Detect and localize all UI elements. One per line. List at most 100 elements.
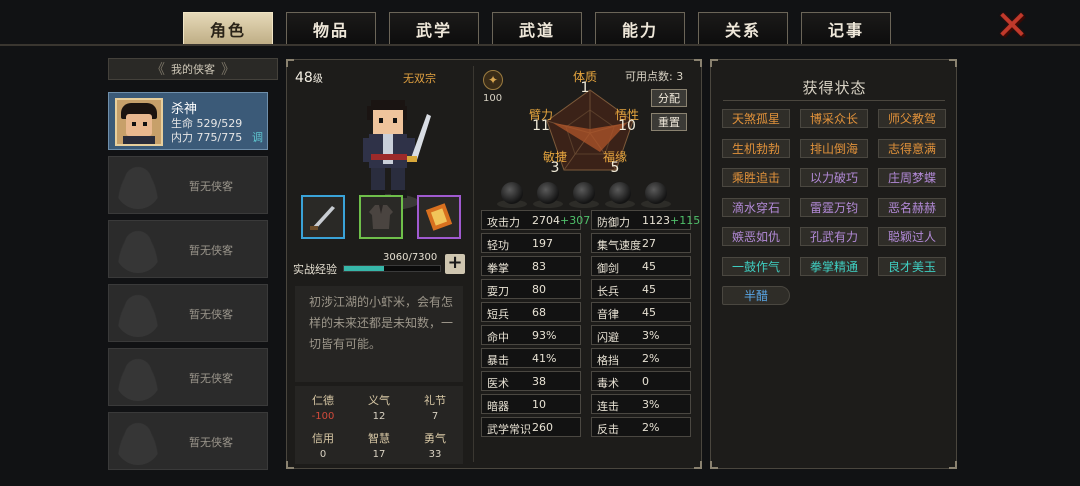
status-badge[interactable]: 天煞孤星 xyxy=(722,109,790,128)
status-badge[interactable]: 一鼓作气 xyxy=(722,256,790,276)
empty-hero-slot[interactable]: 暂无侠客 xyxy=(108,348,268,406)
virtue-item: 勇气 33 xyxy=(407,430,463,460)
stat-name: 短兵 xyxy=(487,308,509,321)
stat-name: 耍刀 xyxy=(487,285,509,298)
allocate-button[interactable]: 分配 xyxy=(651,89,687,107)
stat-row: 连击 3% xyxy=(591,394,691,414)
chevron-right-icon[interactable]: 》 xyxy=(221,59,235,79)
stat-row: 反击 2% xyxy=(591,417,691,437)
status-badge[interactable]: 良才美玉 xyxy=(878,256,946,276)
empty-slot-label: 暂无侠客 xyxy=(189,180,233,193)
stat-name: 暴击 xyxy=(487,354,509,367)
tab-1[interactable]: 物品 xyxy=(286,12,376,44)
silhouette-icon xyxy=(115,291,161,337)
virtue-name: 信用 xyxy=(312,432,334,445)
empty-hero-slot[interactable]: 暂无侠客 xyxy=(108,220,268,278)
tab-5[interactable]: 关系 xyxy=(698,12,788,44)
adjust-button[interactable]: 调 xyxy=(252,129,263,145)
equip-weapon-slot[interactable] xyxy=(301,195,345,239)
radar-value-strength: 11 xyxy=(532,118,550,134)
status-panel: 获得状态 天煞孤星 博采众长 师父教驾 生机勃勃 排山倒海 志得意满 乘胜追击 以力破巧 庄周梦… xyxy=(710,59,957,469)
status-badge[interactable]: 生机勃勃 xyxy=(722,138,790,158)
stat-value: 45 xyxy=(642,306,656,319)
empty-slot-label: 暂无侠客 xyxy=(189,372,233,385)
status-badge[interactable]: 雷霆万钧 xyxy=(800,197,868,217)
stat-value: 197 xyxy=(532,237,553,250)
status-badge[interactable]: 志得意满 xyxy=(878,138,946,158)
character-bio: 初涉江湖的小虾米，会有怎样的未来还都是未知数，一切皆有可能。 xyxy=(295,286,463,382)
status-badge[interactable]: 拳掌精通 xyxy=(800,256,868,276)
stat-value: 2% xyxy=(642,352,660,365)
stat-value: 10 xyxy=(532,398,546,411)
spirit-icon: ✦ xyxy=(483,70,503,90)
stat-name: 医术 xyxy=(487,377,509,390)
stat-name: 闪避 xyxy=(597,331,619,344)
orb-slot-icon[interactable] xyxy=(537,182,559,204)
stat-value: 0 xyxy=(642,375,649,388)
orb-slot-icon[interactable] xyxy=(609,182,631,204)
reset-button[interactable]: 重置 xyxy=(651,113,687,131)
virtues-box: 仁德 -100 义气 12 礼节 7 信用 0 智慧 17 勇气 33 xyxy=(295,386,463,464)
radar-value-constitution: 1 xyxy=(580,80,590,96)
stat-name: 武学常识 xyxy=(487,423,531,436)
tab-3[interactable]: 武道 xyxy=(492,12,582,44)
chevron-left-icon[interactable]: 《 xyxy=(151,59,165,79)
roster-header: 《 我的侠客 》 xyxy=(108,58,278,80)
tab-underline xyxy=(0,44,1080,46)
equip-armor-slot[interactable] xyxy=(359,195,403,239)
tab-4[interactable]: 能力 xyxy=(595,12,685,44)
status-badge[interactable]: 排山倒海 xyxy=(800,138,868,158)
stat-row: 闪避 3% xyxy=(591,325,691,345)
status-badge[interactable]: 恶名赫赫 xyxy=(878,197,946,217)
virtue-value: 17 xyxy=(372,449,386,460)
stat-row: 长兵 45 xyxy=(591,279,691,299)
status-badge[interactable]: 以力破巧 xyxy=(800,168,868,187)
stat-name: 拳掌 xyxy=(487,262,509,275)
close-x-icon[interactable]: ✕ xyxy=(992,6,1032,46)
status-badge[interactable]: 滴水穿石 xyxy=(722,197,790,217)
xp-bar xyxy=(343,265,441,272)
tab-2[interactable]: 武学 xyxy=(389,12,479,44)
hero-slot-selected[interactable]: 杀神 生命 529/529 内力 775/775 调 xyxy=(108,92,268,150)
status-badge[interactable]: 庄周梦蝶 xyxy=(878,168,946,187)
stat-row: 短兵 68 xyxy=(481,302,581,322)
orb-slot-icon[interactable] xyxy=(501,182,523,204)
stat-value: 45 xyxy=(642,260,656,273)
virtue-value: -100 xyxy=(311,411,335,422)
stat-name: 御剑 xyxy=(597,262,619,275)
empty-hero-slot[interactable]: 暂无侠客 xyxy=(108,156,268,214)
status-badge[interactable]: 聪颖过人 xyxy=(878,227,946,246)
status-badge[interactable]: 师父教驾 xyxy=(878,109,946,128)
xp-value: 3060/7300 xyxy=(383,252,438,263)
virtue-value: 0 xyxy=(319,449,327,460)
status-badge[interactable]: 孔武有力 xyxy=(800,227,868,246)
stat-value: 27 xyxy=(642,237,656,250)
stat-name: 命中 xyxy=(487,331,509,344)
equip-book-slot[interactable] xyxy=(417,195,461,239)
stat-value: 68 xyxy=(532,306,546,319)
stat-name: 集气速度 xyxy=(597,239,641,252)
tab-6[interactable]: 记事 xyxy=(801,12,891,44)
stat-row: 命中 93% xyxy=(481,325,581,345)
status-badge[interactable]: 乘胜追击 xyxy=(722,168,790,187)
hero-mp: 内力 775/775 xyxy=(171,131,243,144)
orb-slot-icon[interactable] xyxy=(573,182,595,204)
virtue-value: 7 xyxy=(431,411,439,422)
empty-hero-slot[interactable]: 暂无侠客 xyxy=(108,412,268,470)
silhouette-icon xyxy=(115,355,161,401)
status-badge[interactable]: 博采众长 xyxy=(800,109,868,128)
stat-value: 45 xyxy=(642,283,656,296)
xp-plus-button[interactable]: + xyxy=(445,254,465,274)
tab-0[interactable]: 角色 xyxy=(183,12,273,44)
stat-value: 93% xyxy=(532,329,557,342)
orb-slot-icon[interactable] xyxy=(645,182,667,204)
empty-hero-slot[interactable]: 暂无侠客 xyxy=(108,284,268,342)
stat-value: 260 xyxy=(532,421,553,434)
status-badge[interactable]: 嫉恶如仇 xyxy=(722,227,790,246)
stat-name: 格挡 xyxy=(597,354,619,367)
virtue-item: 礼节 7 xyxy=(407,392,463,422)
stat-row: 御剑 45 xyxy=(591,256,691,276)
status-badge[interactable]: 半醋 xyxy=(722,286,790,305)
silhouette-icon xyxy=(115,163,161,209)
hero-avatar xyxy=(115,98,163,146)
